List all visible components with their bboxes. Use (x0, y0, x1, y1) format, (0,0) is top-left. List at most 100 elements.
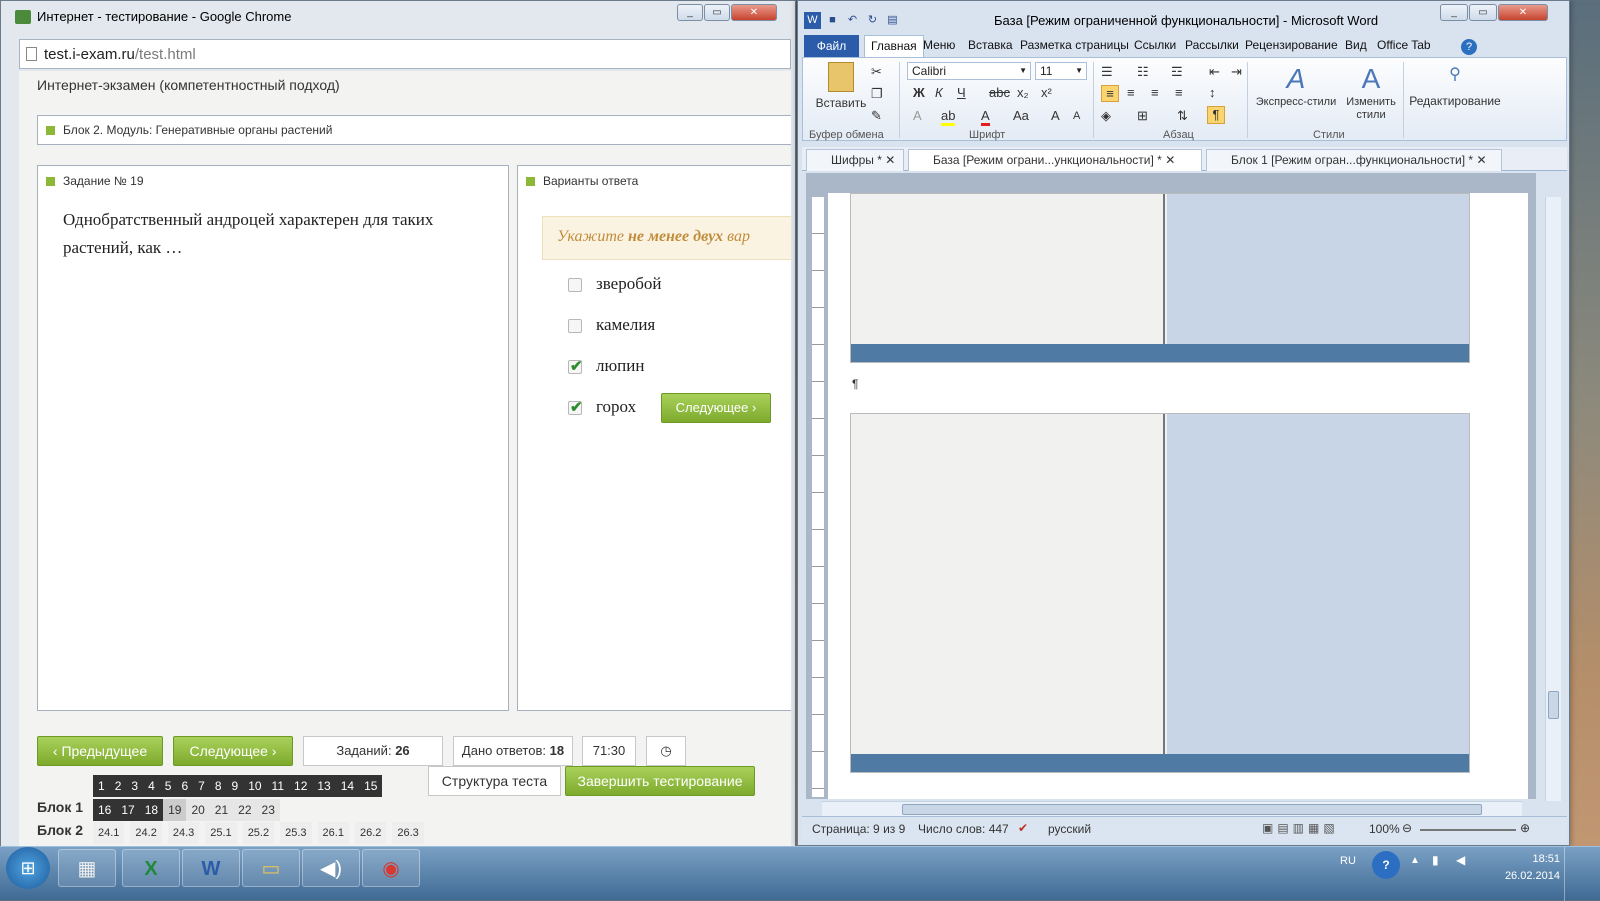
show-marks-icon[interactable]: ¶ (1207, 106, 1225, 124)
align-left-icon[interactable]: ≡ (1101, 85, 1119, 102)
question-number[interactable]: 24.3 (167, 822, 200, 844)
question-number[interactable]: 12 (289, 775, 313, 797)
line-spacing-icon[interactable]: ↕ (1209, 85, 1216, 100)
view-buttons[interactable]: ▣▤▥▦▧ (1262, 821, 1339, 835)
tab-menu[interactable]: Меню (923, 38, 955, 52)
decrease-indent-icon[interactable]: ⇤ (1209, 64, 1220, 80)
paste-button[interactable]: Вставить (815, 62, 867, 110)
align-right-icon[interactable]: ≡ (1151, 85, 1159, 100)
question-number[interactable]: 15 (359, 775, 383, 797)
question-number[interactable]: 5 (159, 775, 177, 797)
question-number[interactable]: 25.2 (242, 822, 275, 844)
doc-tab-block1[interactable]: Блок 1 [Режим огран...функциональности] … (1206, 149, 1502, 171)
question-number[interactable]: 26.2 (354, 822, 387, 844)
question-number[interactable]: 21 (209, 799, 234, 821)
vertical-scrollbar[interactable] (1545, 197, 1561, 801)
align-center-icon[interactable]: ≡ (1127, 85, 1135, 100)
strikethrough-icon[interactable]: abc (989, 85, 1010, 100)
redo-icon[interactable]: ↻ (864, 12, 881, 29)
question-number[interactable]: 25.1 (205, 822, 237, 844)
question-number[interactable]: 1 (93, 775, 110, 797)
font-color-icon[interactable]: A (981, 108, 990, 126)
tab-office-tab[interactable]: Office Tab (1377, 38, 1431, 52)
numbering-icon[interactable]: ☷ (1137, 64, 1149, 80)
zoom-slider[interactable] (1420, 829, 1516, 831)
help-tray-icon[interactable]: ? (1372, 851, 1400, 879)
help-icon[interactable]: ? (1461, 39, 1477, 55)
tab-file[interactable]: Файл (804, 35, 859, 57)
question-number[interactable]: 14 (335, 775, 360, 797)
question-number[interactable]: 20 (186, 799, 210, 821)
volume-icon[interactable]: ◀ (1456, 853, 1465, 867)
tab-insert[interactable]: Вставка (968, 38, 1013, 52)
tab-review[interactable]: Рецензирование (1245, 38, 1338, 52)
scroll-thumb-h[interactable] (902, 804, 1482, 815)
word-close-button[interactable]: ✕ (1498, 4, 1548, 21)
question-number[interactable]: 26.1 (317, 822, 349, 844)
multilevel-list-icon[interactable]: ☲ (1171, 64, 1183, 80)
shading-icon[interactable]: ◈ (1101, 108, 1111, 124)
borders-icon[interactable]: ⊞ (1137, 108, 1148, 124)
express-styles-button[interactable]: A Экспресс-стили (1255, 62, 1337, 108)
save-icon[interactable]: ■ (824, 12, 841, 29)
word-maximize-button[interactable]: ▭ (1469, 4, 1497, 21)
finish-button[interactable]: Завершить тестирование (565, 766, 755, 796)
taskbar-word-icon[interactable]: W (182, 849, 240, 887)
question-number[interactable]: 11 (266, 775, 290, 797)
chrome-maximize-button[interactable]: ▭ (704, 4, 730, 21)
tab-home[interactable]: Главная (864, 35, 924, 57)
grow-font-icon[interactable]: A (1051, 108, 1060, 123)
tab-page-layout[interactable]: Разметка страницы (1020, 38, 1129, 52)
next-button[interactable]: Следующее › (173, 736, 293, 766)
font-size-select[interactable]: 11 ▼ (1035, 62, 1087, 80)
zoom-level[interactable]: 100% (1369, 822, 1400, 836)
chrome-close-button[interactable]: ✕ (731, 4, 777, 21)
copy-icon[interactable]: ❐ (871, 86, 883, 102)
taskbar-explorer-icon[interactable]: ▭ (242, 849, 300, 887)
undo-icon[interactable]: ↶ (844, 12, 861, 29)
increase-indent-icon[interactable]: ⇥ (1231, 64, 1242, 80)
taskbar-chrome-icon[interactable]: ◉ (362, 849, 420, 887)
start-button[interactable]: ⊞ (6, 847, 50, 889)
question-number[interactable]: 17 (116, 799, 140, 821)
address-bar[interactable]: test.i-exam.ru/test.html (19, 39, 791, 69)
text-effects-icon[interactable]: A (913, 108, 922, 123)
doc-tab-ciphers[interactable]: Шифры * ✕ (806, 149, 904, 171)
change-case-icon[interactable]: Aa (1013, 108, 1029, 123)
question-number[interactable]: 4 (143, 775, 160, 797)
prev-button[interactable]: ‹ Предыдущее (37, 736, 163, 766)
question-number[interactable]: 16 (93, 799, 117, 821)
checkbox[interactable]: ✔ (568, 400, 583, 416)
checkbox[interactable] (568, 278, 582, 292)
superscript-icon[interactable]: x² (1041, 85, 1052, 100)
change-styles-button[interactable]: A Изменить стили (1341, 62, 1401, 122)
close-icon[interactable]: ✕ (1476, 153, 1486, 167)
checkbox[interactable]: ✔ (568, 359, 583, 375)
shrink-font-icon[interactable]: A (1073, 110, 1080, 122)
question-number[interactable]: 22 (233, 799, 257, 821)
taskbar-media-icon[interactable]: ◀) (302, 849, 360, 887)
tab-view[interactable]: Вид (1345, 38, 1367, 52)
question-number[interactable]: 26.3 (392, 822, 424, 844)
network-icon[interactable]: ▮ (1432, 853, 1439, 867)
question-number[interactable]: 25.3 (280, 822, 312, 844)
cut-icon[interactable]: ✂ (871, 64, 882, 80)
bold-icon[interactable]: Ж (913, 85, 925, 100)
highlight-icon[interactable]: ab (941, 108, 956, 126)
document-page[interactable]: ¶ (828, 193, 1528, 799)
question-number[interactable]: 3 (126, 775, 144, 797)
close-icon[interactable]: ✕ (1165, 153, 1175, 167)
zoom-out-icon[interactable]: ⊖ (1402, 821, 1412, 835)
spellcheck-icon[interactable]: ✔ (1018, 821, 1028, 835)
tab-references[interactable]: Ссылки (1134, 38, 1176, 52)
tray-arrow-icon[interactable]: ▲ (1410, 855, 1420, 866)
structure-button[interactable]: Структура теста (428, 766, 561, 796)
question-number[interactable]: 2 (109, 775, 127, 797)
question-number[interactable]: 6 (176, 775, 194, 797)
font-name-select[interactable]: Calibri ▼ (907, 62, 1031, 80)
zoom-in-icon[interactable]: ⊕ (1520, 821, 1530, 835)
status-words[interactable]: Число слов: 447 (918, 822, 1009, 836)
underline-icon[interactable]: Ч (957, 85, 966, 100)
question-number[interactable]: 13 (312, 775, 336, 797)
sort-icon[interactable]: ⇅ (1177, 108, 1188, 124)
